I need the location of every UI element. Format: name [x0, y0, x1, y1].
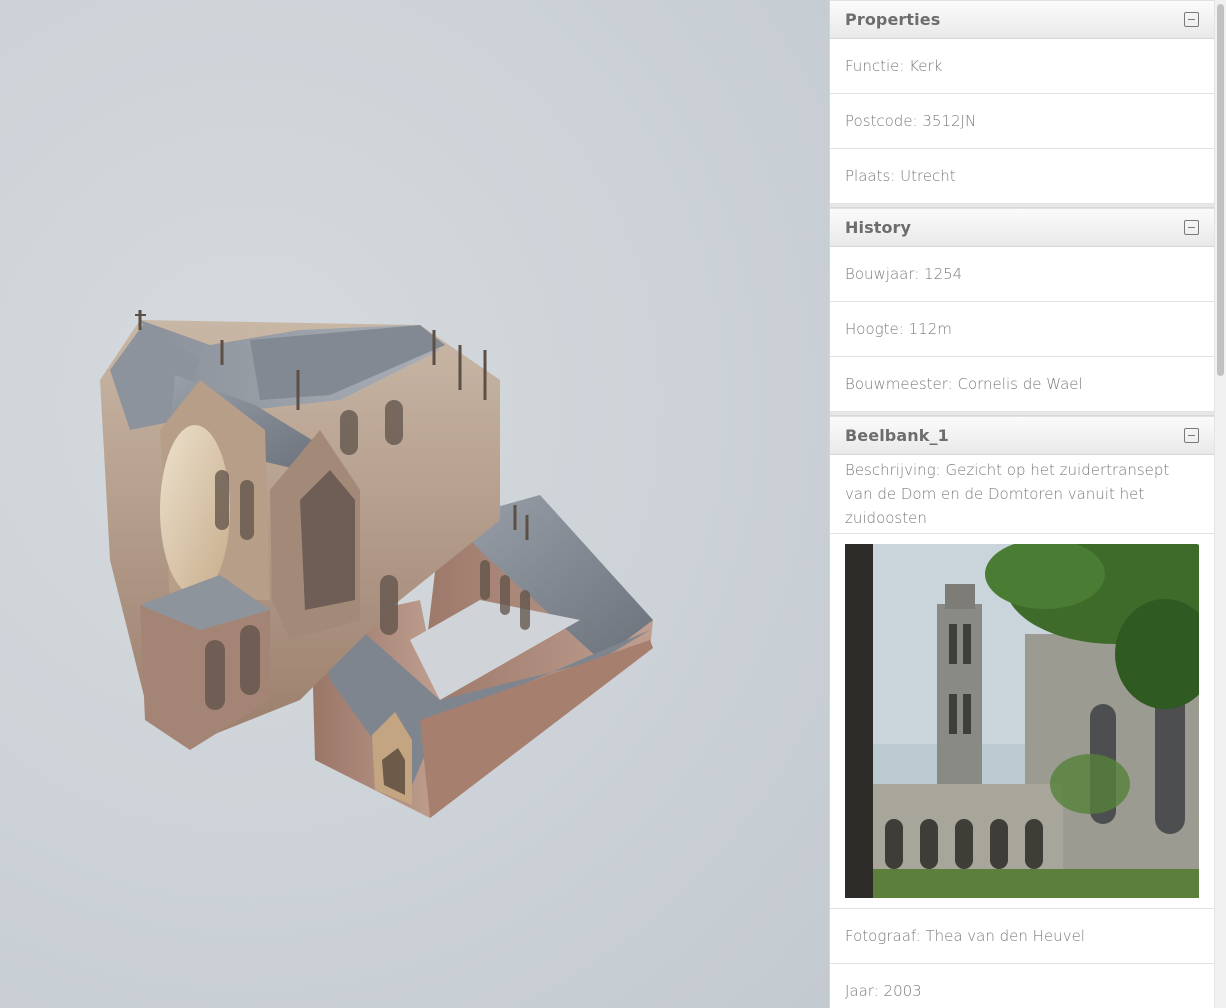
history-row: Bouwjaar: 1254 [830, 247, 1214, 302]
section-title: Beelbank_1 [845, 426, 949, 445]
section-title: History [845, 218, 912, 237]
history-section: History Bouwjaar: 1254 Hoogte: 112m Bouw… [830, 208, 1214, 412]
section-header-history[interactable]: History [830, 208, 1214, 247]
history-row: Hoogte: 112m [830, 302, 1214, 357]
history-row: Bouwmeester: Cornelis de Wael [830, 357, 1214, 412]
collapse-icon[interactable] [1184, 220, 1199, 235]
photo-row [830, 534, 1214, 909]
description-row: Beschrijving: Gezicht op het zuidertrans… [830, 455, 1214, 534]
beelbank-section: Beelbank_1 Beschrijving: Gezicht op het … [830, 416, 1214, 1008]
year-row: Jaar: 2003 [830, 964, 1214, 1008]
collapse-icon[interactable] [1184, 428, 1199, 443]
photo-image [845, 544, 1199, 898]
section-header-beelbank[interactable]: Beelbank_1 [830, 416, 1214, 455]
cathedral-3d-model[interactable] [0, 0, 829, 1008]
photographer-row: Fotograaf: Thea van den Heuvel [830, 909, 1214, 964]
property-row: Postcode: 3512JN [830, 94, 1214, 149]
property-row: Functie: Kerk [830, 39, 1214, 94]
section-header-properties[interactable]: Properties [830, 0, 1214, 39]
3d-viewport[interactable] [0, 0, 829, 1008]
section-title: Properties [845, 10, 941, 29]
property-row: Plaats: Utrecht [830, 149, 1214, 204]
info-panel: Properties Functie: Kerk Postcode: 3512J… [829, 0, 1214, 1008]
panel-scrollbar[interactable] [1214, 0, 1226, 1008]
scrollbar-thumb[interactable] [1217, 4, 1224, 376]
collapse-icon[interactable] [1184, 12, 1199, 27]
properties-section: Properties Functie: Kerk Postcode: 3512J… [830, 0, 1214, 204]
cathedral-photo[interactable] [845, 544, 1199, 898]
